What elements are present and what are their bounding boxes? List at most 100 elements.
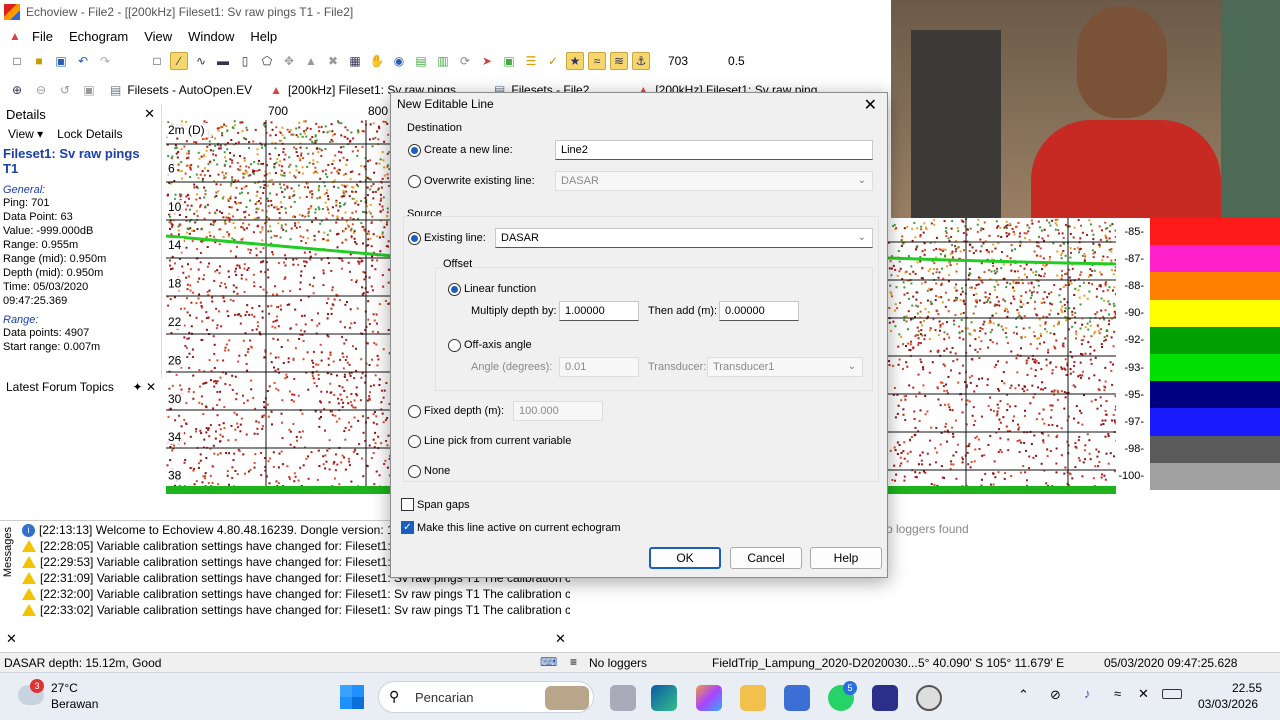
echoview-taskbar-icon[interactable] bbox=[872, 685, 898, 711]
make-active-checkbox[interactable]: ✓ bbox=[401, 521, 414, 534]
search-placeholder: Pencarian bbox=[415, 690, 474, 705]
menu-view[interactable]: View bbox=[136, 29, 180, 44]
volume-muted-icon[interactable]: ✕ bbox=[1138, 686, 1149, 702]
zoom-fit-icon[interactable]: ▣ bbox=[80, 81, 98, 99]
fish-icon[interactable]: ★ bbox=[566, 52, 584, 70]
search-box[interactable]: ⚲ Pencarian bbox=[378, 681, 594, 713]
close-icon[interactable]: ✕ bbox=[864, 95, 877, 115]
span-gaps-checkbox[interactable] bbox=[401, 498, 414, 511]
store-icon[interactable] bbox=[784, 685, 810, 711]
dialog-title: New Editable Line bbox=[397, 97, 494, 111]
existing-line-label: Existing line: bbox=[424, 232, 486, 244]
ok-button[interactable]: OK bbox=[649, 547, 721, 569]
detail-line: Range: 0.955m bbox=[3, 239, 79, 251]
rectangle-select-icon[interactable]: □ bbox=[148, 52, 166, 70]
line-pick-radio[interactable] bbox=[408, 435, 421, 448]
range-section-label: Range: bbox=[3, 314, 39, 326]
stack-icon[interactable]: ☰ bbox=[522, 52, 540, 70]
open-folder-icon[interactable]: ■ bbox=[30, 52, 48, 70]
existing-line-select[interactable]: DASAR ⌄ bbox=[495, 228, 873, 248]
overwrite-line-radio[interactable] bbox=[408, 175, 421, 188]
cancel-button[interactable]: Cancel bbox=[730, 547, 802, 569]
linear-function-radio[interactable] bbox=[448, 283, 461, 296]
off-axis-angle-radio[interactable] bbox=[448, 339, 461, 352]
menu-echogram[interactable]: Echogram bbox=[61, 29, 136, 44]
none-radio[interactable] bbox=[408, 465, 421, 478]
refresh-icon[interactable]: ⟳ bbox=[456, 52, 474, 70]
sounder-icon[interactable]: ≋ bbox=[610, 52, 628, 70]
new-file-icon[interactable]: □ bbox=[8, 52, 26, 70]
zoom-out-icon[interactable]: ⊖ bbox=[32, 81, 50, 99]
export-icon[interactable]: ➤ bbox=[478, 52, 496, 70]
detail-line: Ping: 701 bbox=[3, 197, 50, 209]
lock-details-button[interactable]: Lock Details bbox=[57, 127, 122, 141]
app-menu-icon[interactable]: ▲ bbox=[6, 27, 24, 45]
close-icon[interactable]: ✕ bbox=[555, 631, 566, 647]
menu-window[interactable]: Window bbox=[180, 29, 242, 44]
seabed-line bbox=[888, 486, 1116, 494]
redo-icon[interactable]: ↷ bbox=[96, 52, 114, 70]
create-new-line-radio[interactable] bbox=[408, 144, 421, 157]
multiply-depth-input[interactable]: 1.00000 bbox=[559, 301, 639, 321]
hand-icon[interactable]: ✋ bbox=[368, 52, 386, 70]
line-tool-icon[interactable]: ∕ bbox=[170, 52, 188, 70]
overwrite-line-select[interactable]: DASAR ⌄ bbox=[555, 171, 873, 191]
zoom-reset-icon[interactable]: ↺ bbox=[56, 81, 74, 99]
color-scale-label: -93- bbox=[1124, 361, 1144, 374]
close-icon[interactable]: ✕ bbox=[146, 380, 156, 394]
new-line-name-input[interactable]: Line2 bbox=[555, 140, 873, 160]
microphone-icon[interactable]: ♪ bbox=[1084, 686, 1091, 701]
grid-icon[interactable]: ▦ bbox=[346, 52, 364, 70]
menu-file[interactable]: File bbox=[24, 29, 61, 44]
detail-line: 09:47:25.369 bbox=[3, 295, 68, 307]
vertical-bar-icon[interactable]: ▯ bbox=[236, 52, 254, 70]
polygon-icon[interactable]: ⬠ bbox=[258, 52, 276, 70]
color-scale-row: -85- bbox=[1116, 218, 1280, 246]
network-off-icon[interactable]: ⊘ bbox=[1050, 687, 1061, 703]
battery-icon[interactable] bbox=[1162, 689, 1182, 699]
transducer-select[interactable]: Transducer1 ⌄ bbox=[707, 357, 863, 377]
cube-icon[interactable]: ▣ bbox=[500, 52, 518, 70]
clock-time[interactable]: 22.55 bbox=[1232, 681, 1262, 695]
start-icon[interactable] bbox=[340, 685, 364, 709]
close-icon[interactable]: ✕ bbox=[144, 106, 155, 122]
logger-icon: ≡ bbox=[570, 655, 578, 669]
edge-icon[interactable] bbox=[651, 685, 677, 711]
recorder-icon[interactable] bbox=[916, 685, 942, 711]
erase-icon[interactable]: ✖ bbox=[324, 52, 342, 70]
layer-add-icon[interactable]: ▤ bbox=[412, 52, 430, 70]
copilot-icon[interactable] bbox=[696, 685, 722, 711]
echogram-canvas-right[interactable] bbox=[888, 218, 1116, 496]
check-icon[interactable]: ✓ bbox=[544, 52, 562, 70]
horizontal-bar-icon[interactable]: ▬ bbox=[214, 52, 232, 70]
wifi-icon[interactable]: ≈ bbox=[1114, 686, 1121, 701]
then-add-input[interactable]: 0.00000 bbox=[719, 301, 799, 321]
fixed-depth-radio[interactable] bbox=[408, 405, 421, 418]
brush-icon[interactable]: ✥ bbox=[280, 52, 298, 70]
existing-line-radio[interactable] bbox=[408, 232, 421, 245]
echogram-view-right[interactable] bbox=[888, 218, 1116, 496]
tab-filesets-autoopen[interactable]: ▤ Filesets - AutoOpen.EV bbox=[104, 80, 258, 100]
stamp-icon[interactable]: ▲ bbox=[302, 52, 320, 70]
echogram-view[interactable]: 2m (D) 6 10 14 18 22 26 30 34 38 700 800 bbox=[166, 104, 394, 496]
close-icon[interactable]: ✕ bbox=[6, 631, 17, 647]
clock-date[interactable]: 03/03/2026 bbox=[1198, 697, 1258, 711]
menu-help[interactable]: Help bbox=[242, 29, 285, 44]
pin-icon[interactable]: ✦ bbox=[133, 380, 143, 394]
details-view-menu[interactable]: View ▾ bbox=[8, 127, 43, 141]
properties-icon[interactable]: ◉ bbox=[390, 52, 408, 70]
polyline-icon[interactable]: ∿ bbox=[192, 52, 210, 70]
anchor-icon[interactable]: ⚓ bbox=[632, 52, 650, 70]
zoom-in-icon[interactable]: ⊕ bbox=[8, 81, 26, 99]
layer-copy-icon[interactable]: ▥ bbox=[434, 52, 452, 70]
chevron-up-icon[interactable]: ⌃ bbox=[1018, 687, 1029, 703]
wave-icon[interactable]: ≈ bbox=[588, 52, 606, 70]
help-button[interactable]: Help bbox=[810, 547, 882, 569]
task-view-icon[interactable] bbox=[610, 685, 636, 711]
undo-icon[interactable]: ↶ bbox=[74, 52, 92, 70]
save-icon[interactable]: ▣ bbox=[52, 52, 70, 70]
fixed-depth-input[interactable]: 100.000 bbox=[513, 401, 603, 421]
angle-input[interactable]: 0.01 bbox=[559, 357, 639, 377]
echogram-canvas[interactable]: 2m (D) 6 10 14 18 22 26 30 34 38 bbox=[166, 104, 394, 496]
file-explorer-icon[interactable] bbox=[740, 685, 766, 711]
